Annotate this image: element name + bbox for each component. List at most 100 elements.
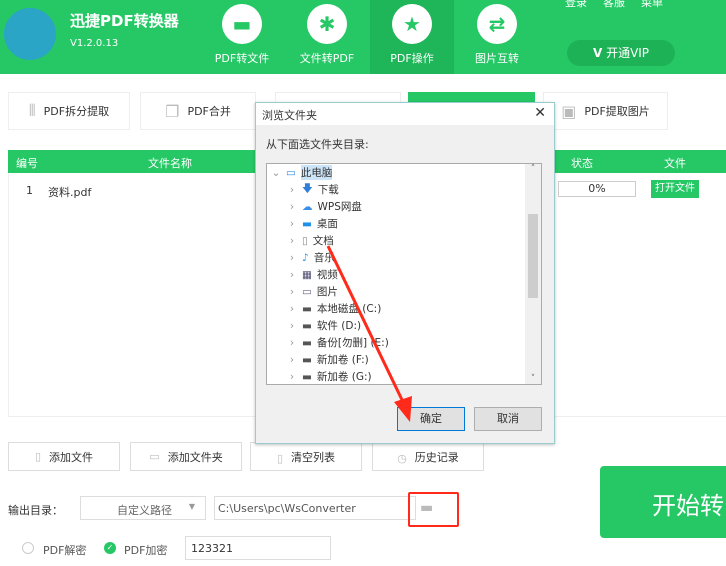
picture-icon: ▭ xyxy=(302,285,312,298)
tree-node[interactable]: › ▯ 文档 xyxy=(287,232,334,249)
button-label: 清空列表 xyxy=(291,451,336,464)
password-input[interactable]: 123321 xyxy=(185,536,331,560)
tree-node[interactable]: › ▭ 图片 xyxy=(287,283,338,300)
output-mode-value: 自定义路径 xyxy=(117,504,172,517)
open-file-button[interactable]: 打开文件 xyxy=(651,180,699,198)
node-label: 视频 xyxy=(316,269,338,281)
button-label: 添加文件 xyxy=(49,450,94,464)
node-label: 音乐 xyxy=(313,252,335,264)
login-link[interactable]: 登录 xyxy=(565,0,587,10)
tool-split[interactable]: ⫴ PDF拆分提取 xyxy=(8,92,130,130)
chevron-right-icon: › xyxy=(289,302,295,315)
tree-node[interactable]: › ▬ 备份[勿删] (E:) xyxy=(287,334,389,351)
tree-node[interactable]: › ▬ 新加卷 (F:) xyxy=(287,351,369,368)
tree-node[interactable]: › 🡇 下载 xyxy=(287,181,339,198)
nav-label: PDF操作 xyxy=(390,52,434,65)
tool-label: PDF拆分提取 xyxy=(43,105,110,118)
encrypt-radio-checked[interactable]: ✓ xyxy=(104,542,116,554)
output-mode-select[interactable]: 自定义路径 ▼ xyxy=(80,496,206,520)
decrypt-radio[interactable] xyxy=(22,542,34,554)
folder-tree[interactable]: ⌄ ▭ 此电脑 › 🡇 下载 › ☁ WPS网盘 › ▬ 桌面 › ▯ 文档 › ♪ 音乐 › ▦ 视频 › ▭ 图片 › ▬ 本… xyxy=(266,163,542,385)
tree-node[interactable]: › ▦ 视频 xyxy=(287,266,338,283)
tool-label: PDF合并 xyxy=(187,105,231,118)
button-label: 添加文件夹 xyxy=(167,450,223,464)
tool-label: PDF提取图片 xyxy=(584,105,650,118)
chevron-right-icon: › xyxy=(289,217,295,230)
node-label: 软件 (D:) xyxy=(316,320,362,332)
scroll-up-icon[interactable]: ˄ xyxy=(525,164,541,174)
service-link[interactable]: 客服 xyxy=(603,0,625,10)
tree-node[interactable]: › ☁ WPS网盘 xyxy=(287,198,362,215)
scroll-down-icon[interactable]: ˅ xyxy=(525,374,541,384)
output-path-input[interactable]: C:\Users\pc\WsConverter xyxy=(214,496,416,520)
tool-extract-image[interactable]: ▣ PDF提取图片 xyxy=(543,92,668,130)
chevron-right-icon: › xyxy=(289,370,295,383)
progress-bar: 0% xyxy=(558,181,636,197)
top-links: 登录 客服 菜单 xyxy=(565,0,663,10)
node-label: 新加卷 (G:) xyxy=(316,371,372,383)
folder-icon: ▬ xyxy=(222,4,262,44)
node-label: 备份[勿删] (E:) xyxy=(316,337,389,349)
menu-link[interactable]: 菜单 xyxy=(641,0,663,10)
node-label: 文档 xyxy=(312,235,334,247)
node-label: WPS网盘 xyxy=(317,201,362,213)
drive-icon: ▬ xyxy=(302,353,312,366)
tree-node[interactable]: › ▬ 软件 (D:) xyxy=(287,317,361,334)
chevron-right-icon: › xyxy=(289,200,295,213)
tool-merge[interactable]: ❐ PDF合并 xyxy=(140,92,256,130)
encrypt-label: PDF加密 xyxy=(124,544,168,557)
tree-node[interactable]: › ▬ 本地磁盘 (C:) xyxy=(287,300,381,317)
chevron-right-icon: › xyxy=(289,285,295,298)
button-label: 历史记录 xyxy=(414,451,459,464)
video-icon: ▦ xyxy=(302,268,312,281)
drive-icon: ▬ xyxy=(302,302,312,315)
trash-icon: ▯ xyxy=(276,452,284,465)
tree-node-this-pc[interactable]: ⌄ ▭ 此电脑 xyxy=(271,164,333,181)
swap-icon: ⇄ xyxy=(477,4,517,44)
nav-image-convert[interactable]: ⇄ 图片互转 xyxy=(455,0,539,74)
col-name: 文件名称 xyxy=(148,157,192,170)
row-num: 1 xyxy=(26,184,33,197)
start-convert-button[interactable]: 开始转 xyxy=(600,466,726,538)
history-button[interactable]: ◷ 历史记录 xyxy=(372,442,484,471)
chevron-right-icon: › xyxy=(289,234,295,247)
cloud-icon: ☁ xyxy=(302,200,313,213)
ok-button[interactable]: 确定 xyxy=(397,407,465,431)
tree-node[interactable]: › ♪ 音乐 xyxy=(287,249,335,266)
scroll-thumb[interactable] xyxy=(528,214,538,298)
tree-node[interactable]: › ▬ 桌面 xyxy=(287,215,338,232)
computer-icon: ▭ xyxy=(286,166,296,179)
dropdown-icon: ▼ xyxy=(188,502,195,511)
tree-node[interactable]: › ▬ 新加卷 (G:) xyxy=(287,368,372,385)
chevron-right-icon: › xyxy=(289,353,295,366)
vip-label: 开通VIP xyxy=(606,46,650,60)
chevron-right-icon: › xyxy=(289,319,295,332)
music-icon: ♪ xyxy=(302,251,309,264)
app-version: V1.2.0.13 xyxy=(70,38,119,49)
nav-pdf-to-file[interactable]: ▬ PDF转文件 xyxy=(200,0,284,74)
add-file-button[interactable]: ▯ 添加文件 xyxy=(8,442,120,471)
chevron-right-icon: › xyxy=(289,251,295,264)
header: 迅捷PDF转换器 V1.2.0.13 ▬ PDF转文件 ✱ 文件转PDF ★ PDF操… xyxy=(0,0,726,74)
vip-button[interactable]: V 开通VIP xyxy=(567,40,675,66)
nav-label: 文件转PDF xyxy=(299,52,355,65)
tree-scrollbar[interactable]: ˄ ˅ xyxy=(525,164,541,384)
annotation-highlight-box xyxy=(408,492,459,527)
drive-icon: ▬ xyxy=(302,370,312,383)
dialog-titlebar: 浏览文件夹 ✕ xyxy=(256,103,554,125)
node-label: 图片 xyxy=(316,286,338,298)
add-folder-button[interactable]: ▭ 添加文件夹 xyxy=(130,442,242,471)
app-logo xyxy=(4,8,56,60)
star-icon: ★ xyxy=(392,4,432,44)
nav-file-to-pdf[interactable]: ✱ 文件转PDF xyxy=(285,0,369,74)
col-num: 编号 xyxy=(16,157,38,170)
clock-icon: ◷ xyxy=(397,452,407,465)
drive-icon: ▬ xyxy=(302,319,312,332)
nav-pdf-ops[interactable]: ★ PDF操作 xyxy=(370,0,454,74)
close-icon[interactable]: ✕ xyxy=(534,105,546,121)
row-name: 资料.pdf xyxy=(48,186,92,199)
output-label: 输出目录： xyxy=(8,504,63,517)
clear-list-button[interactable]: ▯ 清空列表 xyxy=(250,442,362,471)
file-icon: ▯ xyxy=(34,450,42,463)
cancel-button[interactable]: 取消 xyxy=(474,407,542,431)
